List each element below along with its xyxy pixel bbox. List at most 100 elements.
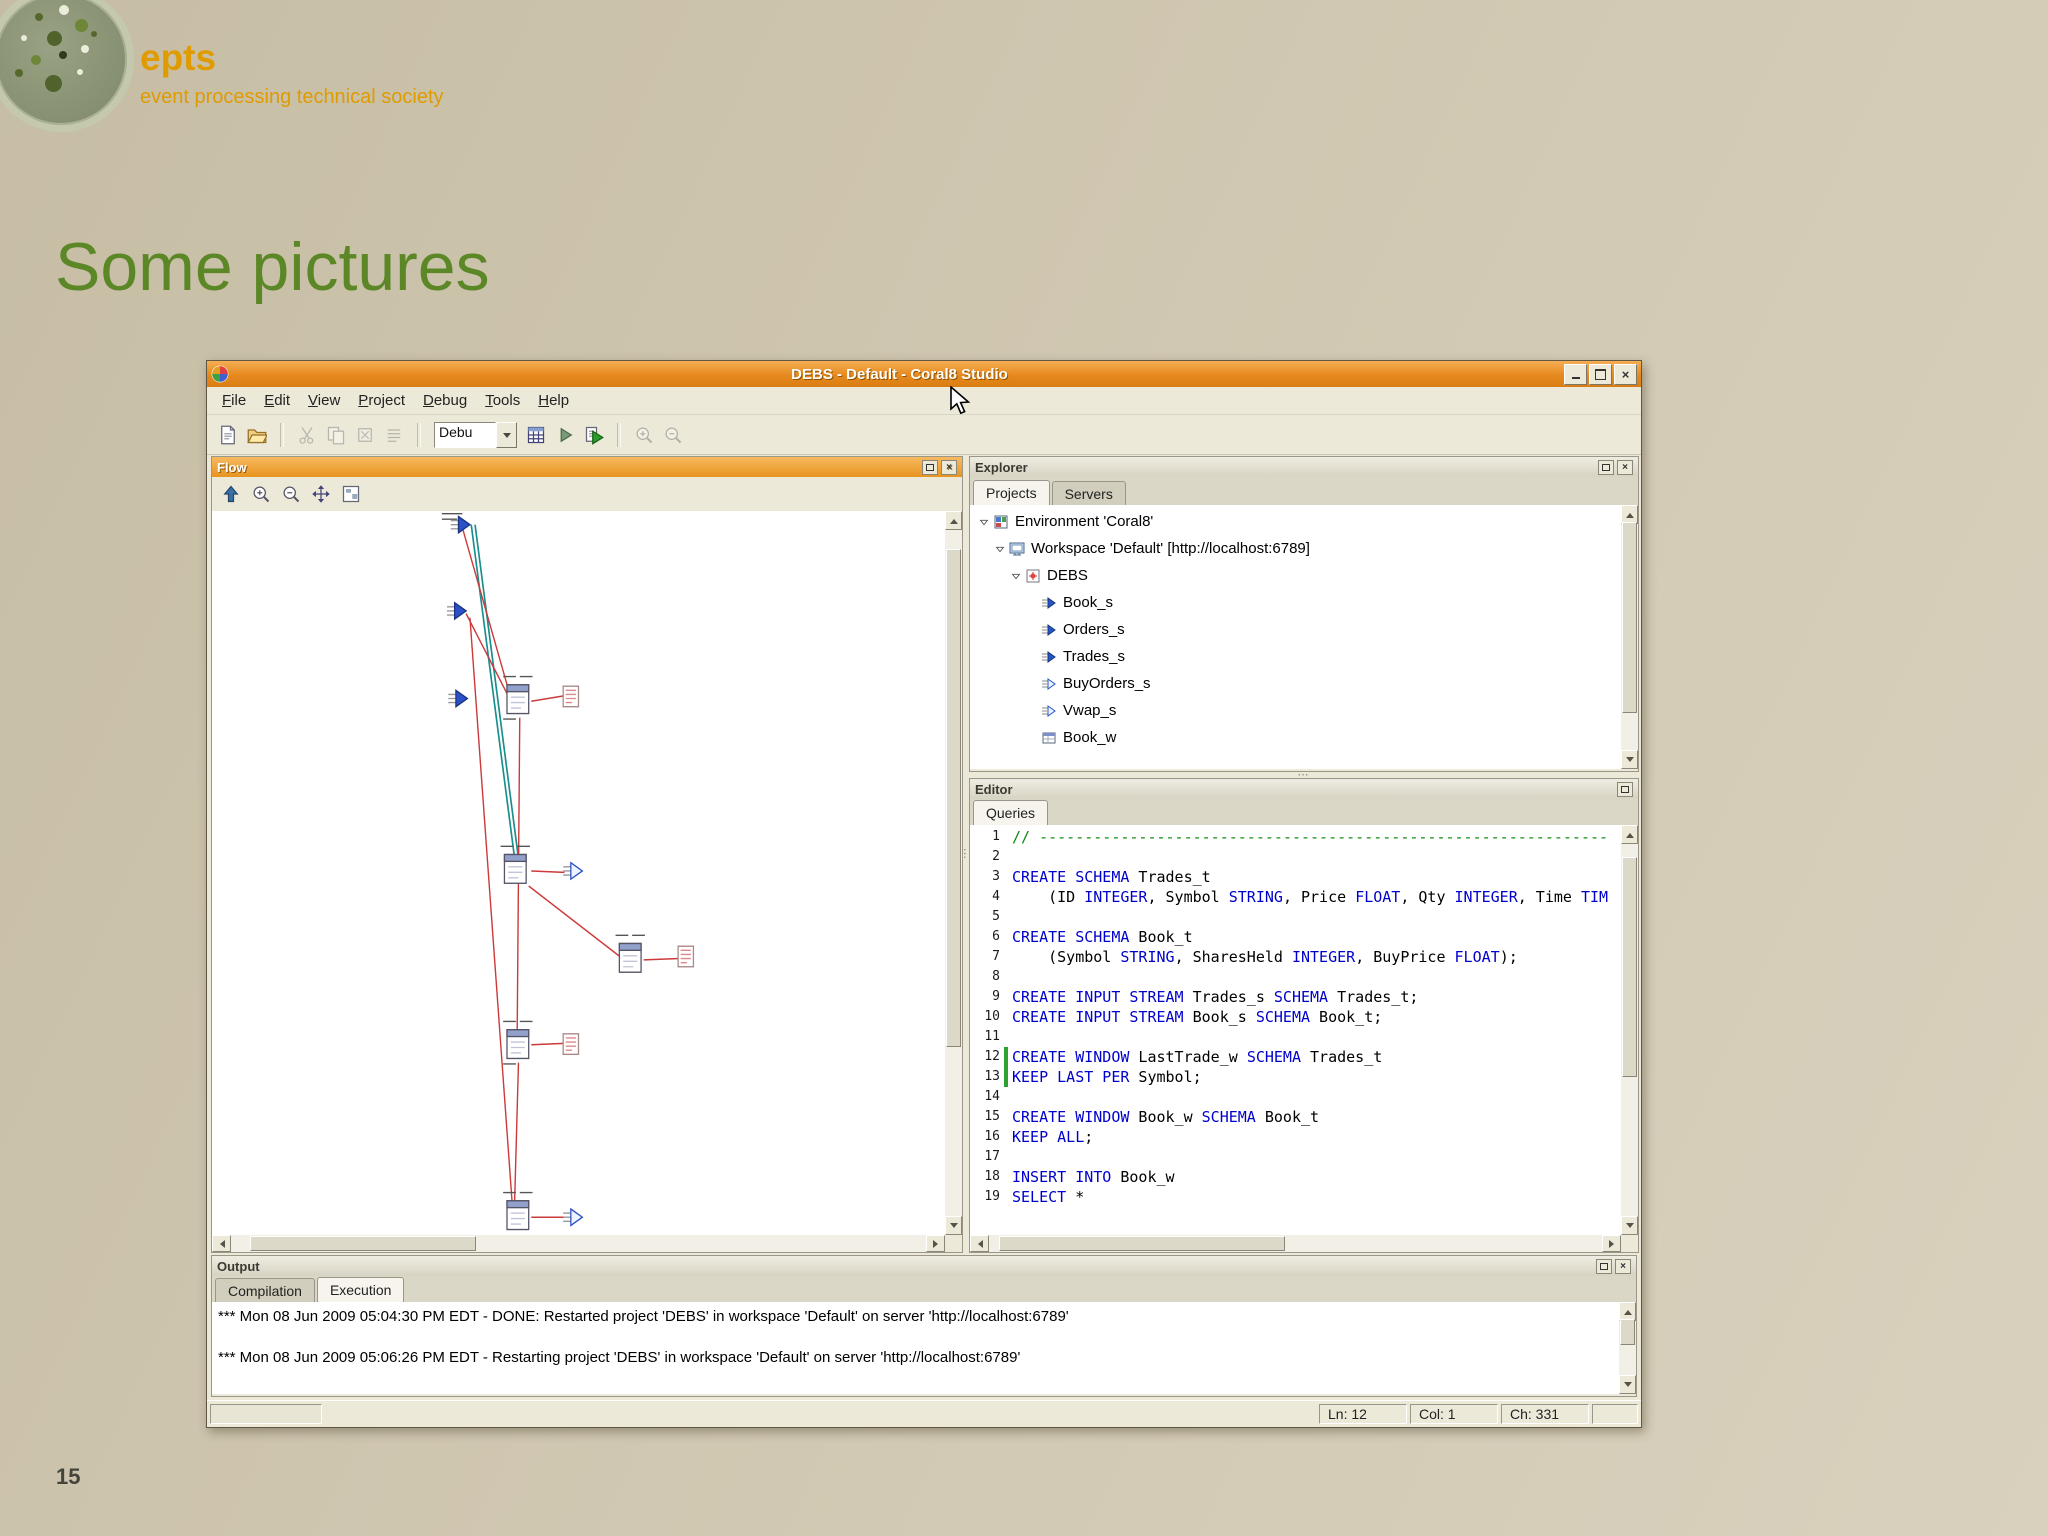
menu-tools[interactable]: Tools xyxy=(476,389,529,412)
code-editor[interactable]: 1 // ------------------------------------… xyxy=(970,825,1621,1235)
tree-item-label: Orders_s xyxy=(1063,621,1125,638)
copy-icon[interactable] xyxy=(323,422,349,448)
run-project-icon[interactable] xyxy=(581,422,607,448)
editor-vertical-scrollbar[interactable] xyxy=(1621,825,1638,1235)
change-bar-empty xyxy=(1004,1147,1008,1167)
open-icon[interactable] xyxy=(244,422,270,448)
change-bar-empty xyxy=(1004,1027,1008,1047)
tree-item-environment[interactable]: Environment 'Coral8' xyxy=(970,508,1621,535)
scroll-left-button[interactable] xyxy=(970,1235,989,1252)
menu-help[interactable]: Help xyxy=(529,389,578,412)
cut-icon[interactable] xyxy=(294,422,320,448)
scroll-thumb[interactable] xyxy=(946,548,961,1048)
float-panel-icon[interactable] xyxy=(922,459,938,475)
list-icon[interactable] xyxy=(381,422,407,448)
logo-dot xyxy=(91,31,97,37)
scroll-down-button[interactable] xyxy=(1621,1216,1638,1235)
scroll-thumb[interactable] xyxy=(249,1236,476,1251)
new-file-icon[interactable] xyxy=(215,422,241,448)
explorer-tab-projects[interactable]: Projects xyxy=(973,480,1050,505)
explorer-panel-header[interactable]: Explorer × xyxy=(970,457,1638,478)
explorer-vertical-scrollbar[interactable] xyxy=(1621,505,1638,769)
float-panel-icon[interactable] xyxy=(1598,459,1614,475)
tree-item-book_w[interactable]: Book_w xyxy=(970,724,1621,751)
tree-item-trades_s[interactable]: Trades_s xyxy=(970,643,1621,670)
tree-item-book_s[interactable]: Book_s xyxy=(970,589,1621,616)
fit-view-icon[interactable] xyxy=(308,481,334,507)
close-panel-icon[interactable]: × xyxy=(941,459,957,475)
flow-zoom-in-icon[interactable] xyxy=(248,481,274,507)
close-button[interactable]: × xyxy=(1614,363,1637,385)
change-bar-empty xyxy=(1004,827,1008,847)
menu-file[interactable]: File xyxy=(213,389,255,412)
horizontal-splitter[interactable]: ⋯ xyxy=(969,769,1639,781)
scroll-down-button[interactable] xyxy=(1619,1375,1636,1394)
menu-debug[interactable]: Debug xyxy=(414,389,476,412)
debug-mode-select[interactable]: Debu xyxy=(434,421,517,448)
zoom-in-icon[interactable] xyxy=(631,422,657,448)
scroll-thumb[interactable] xyxy=(999,1236,1286,1251)
tree-item-debs[interactable]: DEBS xyxy=(970,562,1621,589)
change-bar-empty xyxy=(1004,907,1008,927)
menu-edit[interactable]: Edit xyxy=(255,389,299,412)
start-icon[interactable] xyxy=(552,422,578,448)
scroll-thumb[interactable] xyxy=(1622,522,1637,713)
expander-icon[interactable] xyxy=(1008,568,1024,584)
up-icon[interactable] xyxy=(218,481,244,507)
scroll-down-button[interactable] xyxy=(1621,750,1638,769)
code-text: CREATE SCHEMA Trades_t xyxy=(1012,868,1211,886)
flow-panel-header[interactable]: Flow × xyxy=(212,457,962,478)
editor-tab-queries[interactable]: Queries xyxy=(973,800,1049,825)
zoom-out-icon[interactable] xyxy=(660,422,686,448)
tree-item-workspace[interactable]: Workspace 'Default' [http://localhost:67… xyxy=(970,535,1621,562)
logo-dot xyxy=(59,51,67,59)
maximize-button[interactable] xyxy=(1589,363,1612,385)
editor-horizontal-scrollbar[interactable] xyxy=(970,1235,1621,1252)
flow-panel: Flow × xyxy=(211,456,963,1253)
schedule-grid-icon[interactable] xyxy=(523,422,549,448)
tree-item-buyorders_s[interactable]: BuyOrders_s xyxy=(970,670,1621,697)
explorer-tab-servers[interactable]: Servers xyxy=(1051,481,1126,505)
vertical-splitter[interactable]: ⋯ xyxy=(959,456,971,1251)
scroll-up-button[interactable] xyxy=(1621,825,1638,844)
tree-item-orders_s[interactable]: Orders_s xyxy=(970,616,1621,643)
project-tree[interactable]: Environment 'Coral8' Workspace 'Default' … xyxy=(970,505,1621,769)
flow-horizontal-scrollbar[interactable] xyxy=(212,1235,945,1252)
expander-icon[interactable] xyxy=(976,514,992,530)
maximize-panel-icon[interactable] xyxy=(1617,781,1633,797)
tree-item-vwap_s[interactable]: Vwap_s xyxy=(970,697,1621,724)
delete-icon[interactable] xyxy=(352,422,378,448)
flow-vertical-scrollbar[interactable] xyxy=(945,511,962,1235)
close-panel-icon[interactable]: × xyxy=(1617,459,1633,475)
menu-view[interactable]: View xyxy=(299,389,349,412)
scroll-right-button[interactable] xyxy=(1602,1235,1621,1252)
logo-dot xyxy=(77,69,83,75)
float-panel-icon[interactable] xyxy=(1596,1258,1612,1274)
expander-icon[interactable] xyxy=(992,541,1008,557)
scroll-thumb[interactable] xyxy=(1622,857,1637,1078)
scroll-thumb[interactable] xyxy=(1620,1319,1635,1346)
minimize-button[interactable] xyxy=(1564,363,1587,385)
right-column: Explorer × Projects Servers Environment '… xyxy=(969,456,1639,1253)
flow-zoom-out-icon[interactable] xyxy=(278,481,304,507)
flow-node-window xyxy=(506,1200,530,1231)
scroll-left-button[interactable] xyxy=(212,1235,231,1252)
window-titlebar[interactable]: DEBS - Default - Coral8 Studio × xyxy=(207,361,1641,387)
scroll-down-button[interactable] xyxy=(945,1216,962,1235)
client-area: Flow × ⋯ Explorer × Projects Servers Env… xyxy=(209,454,1639,1401)
code-line-7: 7 (Symbol STRING, SharesHeld INTEGER, Bu… xyxy=(970,947,1621,967)
editor-panel-header[interactable]: Editor xyxy=(970,779,1638,800)
output-panel-header[interactable]: Output × xyxy=(212,1256,1636,1277)
flow-canvas[interactable] xyxy=(212,511,945,1235)
close-panel-icon[interactable]: × xyxy=(1615,1258,1631,1274)
overview-icon[interactable] xyxy=(338,481,364,507)
dropdown-arrow-icon[interactable] xyxy=(496,421,517,448)
scroll-up-button[interactable] xyxy=(945,511,962,530)
output-vertical-scrollbar[interactable] xyxy=(1619,1302,1636,1394)
change-bar xyxy=(1004,1067,1008,1087)
scroll-right-button[interactable] xyxy=(926,1235,945,1252)
line-number: 3 xyxy=(992,869,1000,884)
menu-project[interactable]: Project xyxy=(349,389,414,412)
output-tab-compilation[interactable]: Compilation xyxy=(215,1278,315,1302)
output-tab-execution[interactable]: Execution xyxy=(316,1277,405,1302)
